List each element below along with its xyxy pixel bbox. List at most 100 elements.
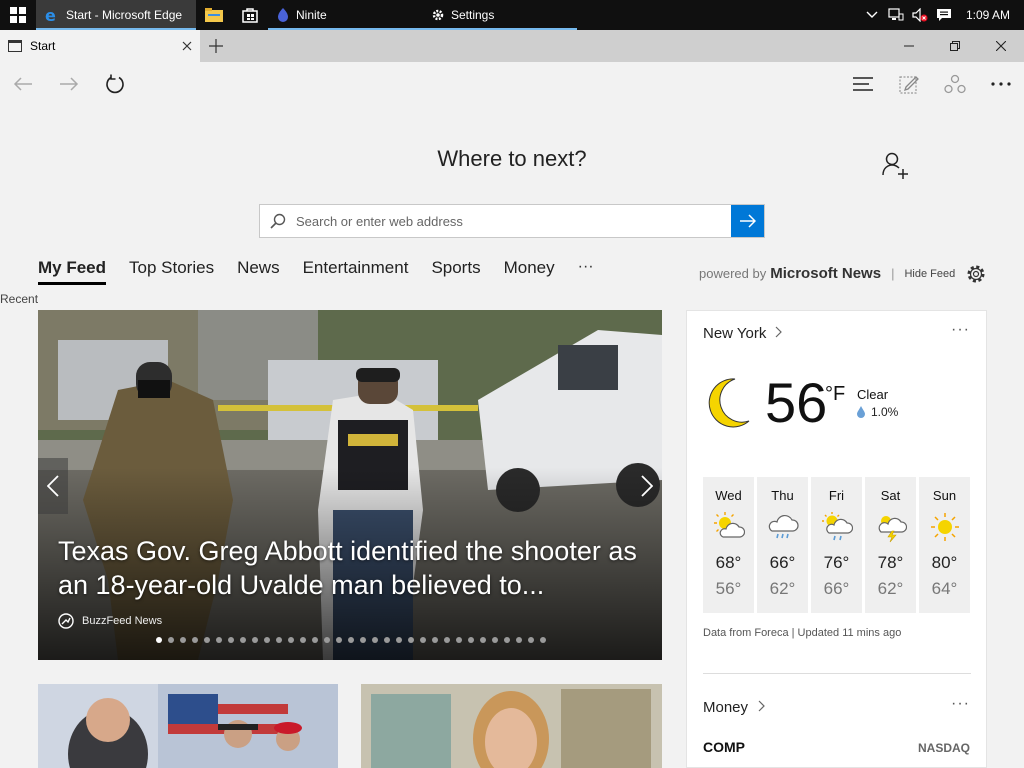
news-card[interactable] [38, 684, 338, 768]
refresh-button[interactable] [92, 62, 138, 106]
carousel-dot[interactable] [444, 637, 450, 643]
carousel-dot[interactable] [252, 637, 258, 643]
forecast-day[interactable]: Wed 68° 56° [703, 477, 754, 613]
carousel-indicators [156, 637, 552, 643]
carousel-dot[interactable] [180, 637, 186, 643]
carousel-dot[interactable] [516, 637, 522, 643]
carousel-dot[interactable] [324, 637, 330, 643]
carousel-dot[interactable] [408, 637, 414, 643]
tray-chevron-up[interactable] [860, 0, 884, 30]
carousel-dot[interactable] [336, 637, 342, 643]
tab-entertainment[interactable]: Entertainment [303, 258, 409, 282]
tab-money[interactable]: Money [504, 258, 555, 282]
network-icon [888, 8, 904, 21]
more-button[interactable] [978, 62, 1024, 106]
feed-settings-button[interactable] [965, 263, 987, 285]
powered-by-label: powered by [699, 266, 767, 281]
minimize-icon [904, 45, 914, 47]
carousel-dot[interactable] [372, 637, 378, 643]
weather-source[interactable]: Data from Foreca | Updated 11 mins ago [703, 627, 901, 639]
search-input[interactable] [296, 213, 731, 229]
tray-action-center[interactable] [932, 0, 956, 30]
forecast-day[interactable]: Thu 66° 62° [757, 477, 808, 613]
carousel-dot[interactable] [528, 637, 534, 643]
carousel-next-button[interactable] [632, 458, 662, 514]
add-profile-button[interactable] [880, 150, 910, 180]
carousel-dot[interactable] [384, 637, 390, 643]
carousel-dot[interactable] [168, 637, 174, 643]
taskbar-app-ninite[interactable]: Ninite [268, 0, 423, 30]
clock[interactable]: 1:09 AM [956, 8, 1024, 22]
tab-top-stories[interactable]: Top Stories [129, 258, 214, 282]
taskbar-app-settings[interactable]: Settings [423, 0, 577, 30]
carousel-dot[interactable] [456, 637, 462, 643]
carousel-dot[interactable] [216, 637, 222, 643]
hero-headline[interactable]: Texas Gov. Greg Abbott identified the sh… [58, 534, 638, 602]
carousel-dot[interactable] [432, 637, 438, 643]
carousel-dot[interactable] [156, 637, 162, 643]
minimize-button[interactable] [886, 30, 932, 62]
carousel-dot[interactable] [468, 637, 474, 643]
money-title[interactable]: Money [703, 699, 766, 716]
tab-my-feed[interactable]: My Feed [38, 258, 107, 285]
taskbar-app-store[interactable] [232, 0, 268, 30]
weather-location[interactable]: New York [703, 325, 783, 342]
browser-toolbar [0, 62, 1024, 106]
close-tab-icon[interactable] [182, 41, 192, 51]
search-go-button[interactable] [731, 205, 764, 237]
powered-by-brand: Microsoft News [770, 265, 882, 282]
carousel-dot[interactable] [504, 637, 510, 643]
carousel-dot[interactable] [204, 637, 210, 643]
temperature-unit[interactable]: °F [825, 383, 845, 406]
carousel-dot[interactable] [492, 637, 498, 643]
carousel-dot[interactable] [540, 637, 546, 643]
tab-sports[interactable]: Sports [431, 258, 480, 282]
carousel-dot[interactable] [288, 637, 294, 643]
close-window-button[interactable] [978, 30, 1024, 62]
taskbar-app-edge[interactable]: e Start - Microsoft Edge [36, 0, 196, 30]
carousel-dot[interactable] [228, 637, 234, 643]
carousel-dot[interactable] [192, 637, 198, 643]
carousel-dot[interactable] [240, 637, 246, 643]
tab-news[interactable]: News [237, 258, 280, 282]
forward-button[interactable] [46, 62, 92, 106]
carousel-dot[interactable] [360, 637, 366, 643]
hero-carousel[interactable]: Texas Gov. Greg Abbott identified the sh… [38, 310, 662, 660]
hide-feed-link[interactable]: Hide Feed [904, 268, 955, 280]
more-tabs-button[interactable]: ··· [578, 258, 594, 276]
news-card[interactable] [361, 684, 662, 768]
carousel-dot[interactable] [480, 637, 486, 643]
tray-volume[interactable] [908, 0, 932, 30]
carousel-dot[interactable] [300, 637, 306, 643]
new-tab-button[interactable] [200, 30, 232, 62]
forecast-day[interactable]: Sun 80° 64° [919, 477, 970, 613]
carousel-dot[interactable] [348, 637, 354, 643]
tray-network[interactable] [884, 0, 908, 30]
hub-button[interactable] [840, 62, 886, 106]
forecast-day[interactable]: Fri 76° 66° [811, 477, 862, 613]
divider [703, 673, 971, 674]
money-menu-button[interactable]: ··· [951, 695, 970, 713]
carousel-dot[interactable] [312, 637, 318, 643]
taskbar-app-file-explorer[interactable] [196, 0, 232, 30]
feed-tabs: My Feed Top Stories News Entertainment S… [38, 258, 594, 292]
carousel-prev-button[interactable] [38, 458, 68, 514]
gear-icon [432, 9, 444, 21]
restore-button[interactable] [932, 30, 978, 62]
precipitation: 1.0% [857, 405, 898, 419]
stock-symbol[interactable]: COMP [703, 739, 745, 755]
weather-menu-button[interactable]: ··· [951, 321, 970, 339]
forecast-high: 80° [931, 553, 958, 572]
carousel-dot[interactable] [264, 637, 270, 643]
share-button[interactable] [932, 62, 978, 106]
back-button[interactable] [0, 62, 46, 106]
forecast-day[interactable]: Sat 78° 62° [865, 477, 916, 613]
carousel-dot[interactable] [420, 637, 426, 643]
web-note-button[interactable] [886, 62, 932, 106]
forecast-day-name: Sun [932, 488, 957, 503]
windows-start-button[interactable] [0, 0, 36, 30]
carousel-dot[interactable] [396, 637, 402, 643]
browser-tab-start[interactable]: Start [0, 30, 200, 62]
restore-icon [950, 41, 960, 51]
carousel-dot[interactable] [276, 637, 282, 643]
